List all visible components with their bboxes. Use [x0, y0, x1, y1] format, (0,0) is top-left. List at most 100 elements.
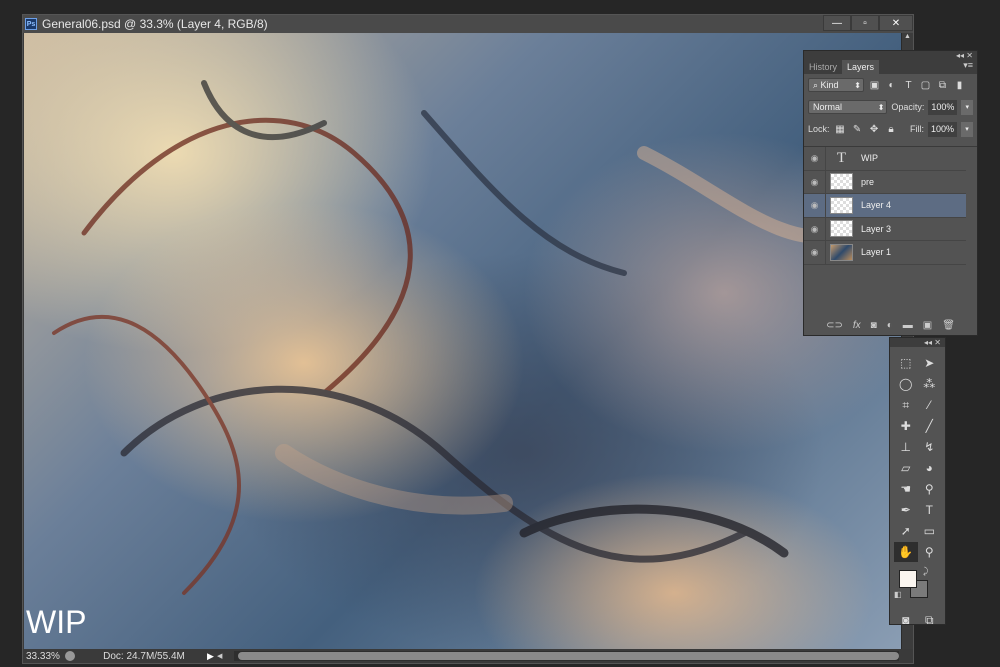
- maximize-button[interactable]: ▫: [851, 15, 879, 31]
- smudge-tool-icon[interactable]: ☚: [894, 479, 918, 499]
- scrollbar-thumb[interactable]: [238, 652, 899, 660]
- zoom-tool-icon[interactable]: ⚲: [918, 542, 942, 562]
- layer-row-layer-3[interactable]: ◉ Layer 3: [804, 217, 966, 241]
- filter-kind-select[interactable]: ⌕ Kind: [808, 78, 864, 92]
- delete-layer-icon[interactable]: 🗑︎: [942, 320, 955, 331]
- tools-panel: ◂◂ ✕ ⬚ ➤ ◯ ⁂ ⌗ ⁄ ✚ ╱ ⊥ ↯ ▱ ◕ ☚ ⚲ ✒ T ➚ ▭…: [889, 337, 946, 627]
- filter-type-icon[interactable]: T: [902, 80, 915, 91]
- filter-shape-icon[interactable]: ▢: [919, 80, 932, 91]
- wip-overlay-text: WIP: [26, 604, 87, 640]
- fill-input[interactable]: 100%: [927, 121, 957, 137]
- scroll-up-icon[interactable]: ▲: [902, 33, 913, 45]
- text-layer-icon: T: [836, 149, 847, 166]
- layer-style-fx-icon[interactable]: fx: [853, 320, 861, 331]
- layer-name: Layer 4: [861, 200, 892, 211]
- healing-brush-tool-icon[interactable]: ✚: [894, 416, 918, 436]
- default-colors-icon[interactable]: ◧: [894, 590, 902, 599]
- screen-mode-icon[interactable]: ⧉: [918, 610, 942, 630]
- panel-collapse-close[interactable]: ◂◂ ✕: [804, 51, 977, 60]
- eyedropper-tool-icon[interactable]: ⁄: [918, 395, 942, 415]
- tools-collapse-close[interactable]: ◂◂ ✕: [890, 338, 945, 347]
- document-title-bar[interactable]: Ps General06.psd @ 33.3% (Layer 4, RGB/8…: [23, 15, 913, 33]
- quick-mask-icon[interactable]: ◙: [894, 610, 918, 630]
- type-tool-icon[interactable]: T: [918, 500, 942, 520]
- filter-pixel-icon[interactable]: ▣: [868, 80, 881, 91]
- status-menu-arrow-icon[interactable]: ▶: [207, 651, 217, 662]
- adjustment-layer-icon[interactable]: ◐: [887, 320, 893, 331]
- status-bar: 33.33% Doc: 24.7M/55.4M ▶ ◀: [23, 649, 913, 663]
- lock-transparency-icon[interactable]: ▦: [834, 124, 847, 135]
- lock-position-icon[interactable]: ✥: [868, 124, 881, 135]
- crop-tool-icon[interactable]: ⌗: [894, 395, 918, 415]
- path-selection-tool-icon[interactable]: ➚: [894, 521, 918, 541]
- history-brush-tool-icon[interactable]: ↯: [918, 437, 942, 457]
- doc-size: Doc: 24.7M/55.4M: [103, 650, 185, 662]
- layer-row-wip[interactable]: ◉ T WIP: [804, 147, 966, 171]
- color-swatches: ⤸ ◧: [890, 566, 945, 610]
- visibility-eye-icon[interactable]: ◉: [804, 147, 826, 170]
- opacity-input[interactable]: 100%: [928, 99, 958, 115]
- painting-strokes: [52, 80, 851, 595]
- close-button[interactable]: ✕: [879, 15, 913, 31]
- document-title: General06.psd @ 33.3% (Layer 4, RGB/8): [42, 17, 268, 31]
- layer-thumbnail: [830, 173, 853, 191]
- fill-label: Fill:: [909, 124, 924, 134]
- scroll-left-icon[interactable]: ◀: [217, 652, 222, 660]
- layer-row-layer-4[interactable]: ◉ Layer 4: [804, 194, 966, 218]
- tab-history[interactable]: History: [804, 60, 842, 74]
- minimize-button[interactable]: —: [823, 15, 851, 31]
- marquee-tool-icon[interactable]: ⬚: [894, 353, 918, 373]
- eraser-tool-icon[interactable]: ▱: [894, 458, 918, 478]
- tab-layers[interactable]: Layers: [842, 60, 880, 74]
- new-layer-icon[interactable]: ▣: [923, 320, 932, 331]
- blend-mode-select[interactable]: Normal: [808, 100, 888, 114]
- zoom-level[interactable]: 33.33%: [23, 651, 60, 662]
- pen-tool-icon[interactable]: ✒: [894, 500, 918, 520]
- layer-thumbnail: [830, 220, 853, 238]
- rectangle-tool-icon[interactable]: ▭: [918, 521, 942, 541]
- layer-list: ◉ T WIP ◉ pre ◉ Layer 4 ◉ Layer 3 ◉ Layer 1: [804, 146, 977, 265]
- filter-smart-object-icon[interactable]: ⧉: [936, 80, 949, 91]
- status-icon[interactable]: [65, 651, 75, 661]
- visibility-eye-icon[interactable]: ◉: [804, 194, 826, 217]
- lock-pixels-icon[interactable]: ✎: [851, 124, 864, 135]
- document-window: Ps General06.psd @ 33.3% (Layer 4, RGB/8…: [22, 14, 914, 664]
- layer-name: WIP: [861, 153, 878, 164]
- magic-wand-tool-icon[interactable]: ⁂: [918, 374, 942, 394]
- canvas[interactable]: WIP: [24, 33, 901, 649]
- link-layers-icon[interactable]: ⊂⊃: [826, 320, 843, 331]
- lock-all-icon[interactable]: 🔒︎: [885, 124, 898, 135]
- photoshop-icon: Ps: [25, 18, 37, 30]
- dodge-tool-icon[interactable]: ⚲: [918, 479, 942, 499]
- clone-stamp-tool-icon[interactable]: ⊥: [894, 437, 918, 457]
- opacity-slider-button[interactable]: ▾: [961, 99, 973, 115]
- layer-row-pre[interactable]: ◉ pre: [804, 170, 966, 194]
- layer-name: Layer 3: [861, 223, 892, 234]
- brush-tool-icon[interactable]: ╱: [918, 416, 942, 436]
- layer-row-layer-1[interactable]: ◉ Layer 1: [804, 241, 966, 265]
- opacity-label: Opacity:: [891, 102, 925, 112]
- fill-slider-button[interactable]: ▾: [961, 121, 973, 137]
- layer-name: Layer 1: [861, 247, 892, 258]
- layer-thumbnail: [830, 243, 853, 261]
- new-group-icon[interactable]: ▬: [903, 320, 913, 331]
- swap-colors-icon[interactable]: ⤸: [923, 566, 928, 577]
- foreground-color-swatch[interactable]: [899, 570, 917, 588]
- lasso-tool-icon[interactable]: ◯: [894, 374, 918, 394]
- add-mask-icon[interactable]: ◙: [871, 320, 877, 331]
- filter-toggle[interactable]: ▮: [953, 80, 966, 91]
- lock-label: Lock:: [808, 124, 830, 134]
- horizontal-scrollbar[interactable]: [234, 651, 899, 661]
- move-tool-icon[interactable]: ➤: [918, 353, 942, 373]
- filter-kind-label: Kind: [820, 80, 839, 90]
- blend-mode-label: Normal: [813, 102, 843, 112]
- hand-tool-icon[interactable]: ✋: [894, 542, 918, 562]
- visibility-eye-icon[interactable]: ◉: [804, 217, 826, 240]
- paint-bucket-tool-icon[interactable]: ◕: [918, 458, 942, 478]
- layer-name: pre: [861, 176, 875, 187]
- visibility-eye-icon[interactable]: ◉: [804, 241, 826, 264]
- filter-adjustment-icon[interactable]: ◐: [885, 80, 898, 91]
- visibility-eye-icon[interactable]: ◉: [804, 170, 826, 193]
- panel-menu-icon[interactable]: ▾≡: [879, 60, 977, 74]
- layers-panel: ◂◂ ✕ History Layers ▾≡ ⌕ Kind ▣ ◐ T ▢ ⧉ …: [803, 50, 978, 336]
